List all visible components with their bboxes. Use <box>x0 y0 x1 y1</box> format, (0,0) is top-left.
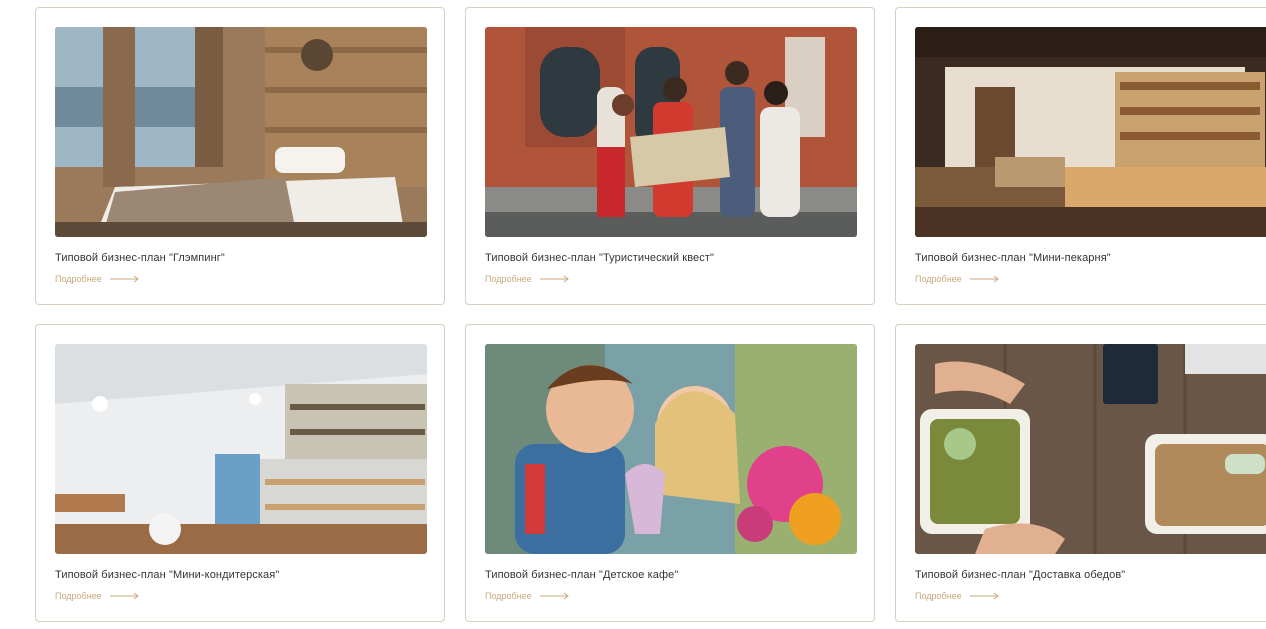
card-title: Типовой бизнес-план "Мини-пекарня" <box>915 252 1111 264</box>
mini-bakery-photo[interactable] <box>915 27 1266 237</box>
more-link[interactable]: Подробнее <box>915 591 1000 601</box>
more-link[interactable]: Подробнее <box>55 591 140 601</box>
card-title: Типовой бизнес-план "Детское кафе" <box>485 569 679 581</box>
arrow-right-icon <box>109 275 140 283</box>
card-title: Типовой бизнес-план "Мини-кондитерская" <box>55 569 280 581</box>
card-title: Типовой бизнес-план "Туристический квест… <box>485 252 714 264</box>
kids-cafe-photo[interactable] <box>485 344 857 554</box>
arrow-right-icon <box>539 592 570 600</box>
more-link[interactable]: Подробнее <box>915 274 1000 284</box>
more-link-label: Подробнее <box>55 274 102 284</box>
card-lunch-delivery[interactable]: Типовой бизнес-план "Доставка обедов" По… <box>895 324 1266 622</box>
more-link[interactable]: Подробнее <box>55 274 140 284</box>
arrow-right-icon <box>969 275 1000 283</box>
more-link-label: Подробнее <box>915 274 962 284</box>
arrow-right-icon <box>109 592 140 600</box>
more-link-label: Подробнее <box>485 274 532 284</box>
card-title: Типовой бизнес-план "Глэмпинг" <box>55 252 225 264</box>
lunch-delivery-photo[interactable] <box>915 344 1266 554</box>
card-title: Типовой бизнес-план "Доставка обедов" <box>915 569 1126 581</box>
glamping-photo[interactable] <box>55 27 427 237</box>
more-link[interactable]: Подробнее <box>485 274 570 284</box>
card-glamping[interactable]: Типовой бизнес-план "Глэмпинг" Подробнее <box>35 7 445 305</box>
card-mini-confectionery[interactable]: Типовой бизнес-план "Мини-кондитерская" … <box>35 324 445 622</box>
more-link[interactable]: Подробнее <box>485 591 570 601</box>
arrow-right-icon <box>969 592 1000 600</box>
card-mini-bakery[interactable]: Типовой бизнес-план "Мини-пекарня" Подро… <box>895 7 1266 305</box>
tourist-quest-photo[interactable] <box>485 27 857 237</box>
card-kids-cafe[interactable]: Типовой бизнес-план "Детское кафе" Подро… <box>465 324 875 622</box>
mini-confectionery-photo[interactable] <box>55 344 427 554</box>
card-tourist-quest[interactable]: Типовой бизнес-план "Туристический квест… <box>465 7 875 305</box>
more-link-label: Подробнее <box>485 591 532 601</box>
arrow-right-icon <box>539 275 570 283</box>
more-link-label: Подробнее <box>55 591 102 601</box>
more-link-label: Подробнее <box>915 591 962 601</box>
